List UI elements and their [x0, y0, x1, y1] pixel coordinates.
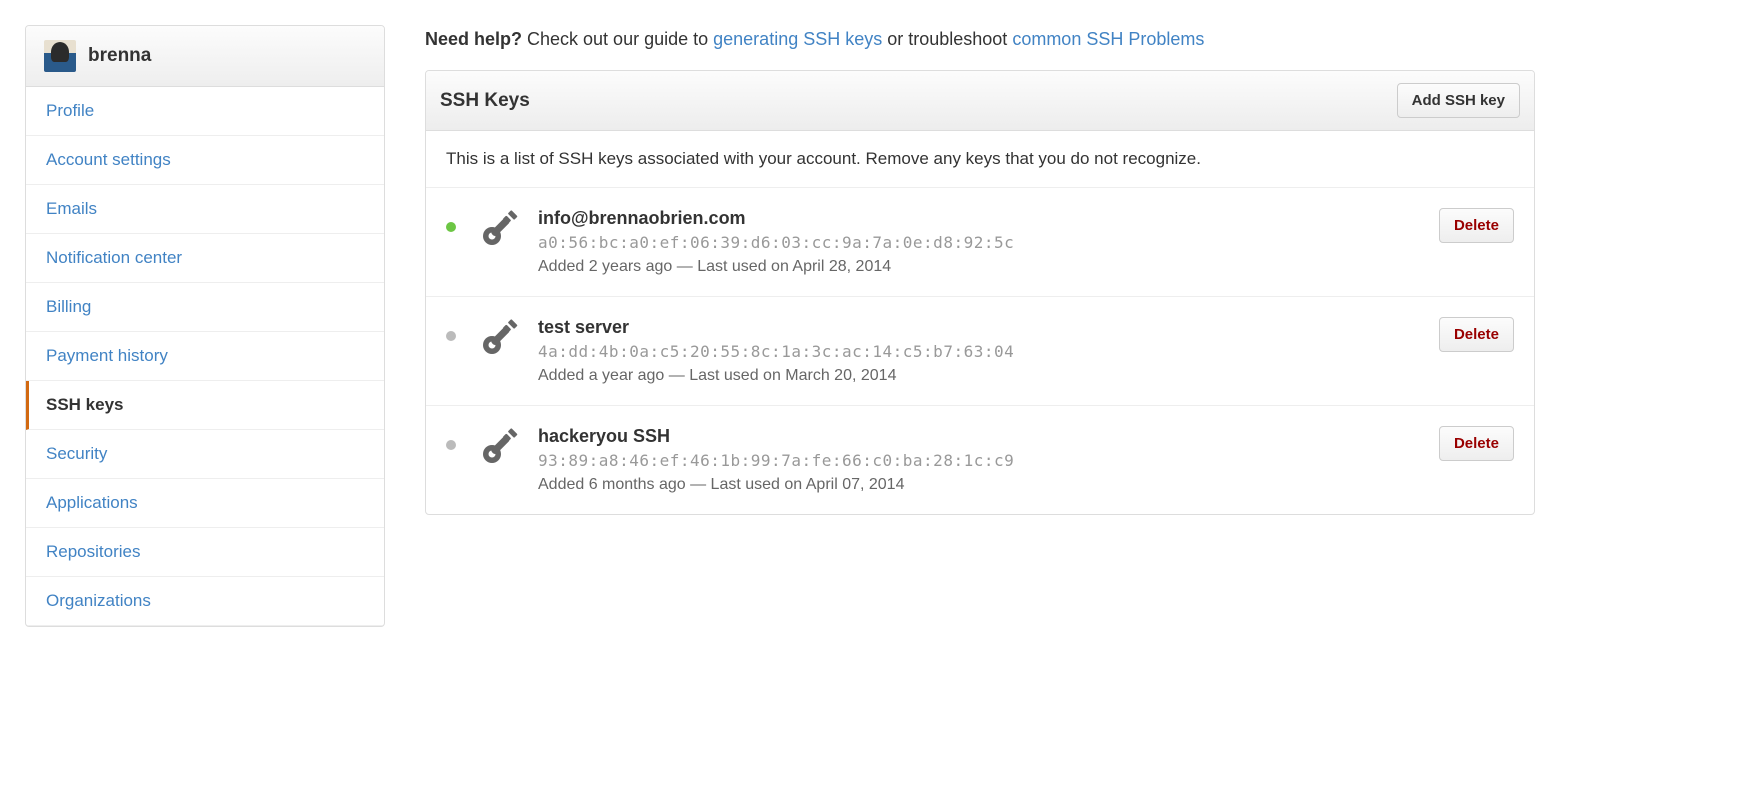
key-meta: Added 2 years ago — Last used on April 2…: [538, 258, 1439, 276]
link-generating-ssh-keys[interactable]: generating SSH keys: [713, 29, 882, 49]
main-content: Need help? Check out our guide to genera…: [425, 25, 1535, 627]
help-lead: Need help?: [425, 29, 522, 49]
sidebar-item-notification-center[interactable]: Notification center: [26, 234, 384, 283]
key-meta: Added a year ago — Last used on March 20…: [538, 367, 1439, 385]
key-fingerprint: 93:89:a8:46:ef:46:1b:99:7a:fe:66:c0:ba:2…: [538, 451, 1439, 470]
help-text: Need help? Check out our guide to genera…: [425, 25, 1535, 70]
add-ssh-key-button[interactable]: Add SSH key: [1397, 83, 1520, 118]
link-common-ssh-problems[interactable]: common SSH Problems: [1012, 29, 1204, 49]
sidebar-item-account-settings[interactable]: Account settings: [26, 136, 384, 185]
key-fingerprint: 4a:dd:4b:0a:c5:20:55:8c:1a:3c:ac:14:c5:b…: [538, 342, 1439, 361]
sidebar-item-billing[interactable]: Billing: [26, 283, 384, 332]
key-actions: Delete: [1439, 208, 1514, 243]
username: brenna: [88, 45, 151, 67]
key-icon: [480, 426, 520, 466]
key-info: info@brennaobrien.com a0:56:bc:a0:ef:06:3…: [538, 208, 1439, 276]
key-meta: Added 6 months ago — Last used on April …: [538, 476, 1439, 494]
status-dot: [446, 222, 456, 232]
key-name: hackeryou SSH: [538, 426, 1439, 447]
panel-header: SSH Keys Add SSH key: [426, 71, 1534, 131]
sidebar-item-payment-history[interactable]: Payment history: [26, 332, 384, 381]
settings-sidebar: brenna ProfileAccount settingsEmailsNoti…: [25, 25, 385, 627]
key-info: test server 4a:dd:4b:0a:c5:20:55:8c:1a:3c…: [538, 317, 1439, 385]
key-fingerprint: a0:56:bc:a0:ef:06:39:d6:03:cc:9a:7a:0e:d…: [538, 233, 1439, 252]
delete-key-button[interactable]: Delete: [1439, 208, 1514, 243]
sidebar-item-profile[interactable]: Profile: [26, 87, 384, 136]
ssh-key-row: info@brennaobrien.com a0:56:bc:a0:ef:06:3…: [426, 188, 1534, 297]
key-icon: [480, 317, 520, 357]
sidebar-user-header: brenna: [26, 26, 384, 87]
key-name: test server: [538, 317, 1439, 338]
key-actions: Delete: [1439, 317, 1514, 352]
ssh-key-row: test server 4a:dd:4b:0a:c5:20:55:8c:1a:3c…: [426, 297, 1534, 406]
help-mid2: or troubleshoot: [882, 29, 1012, 49]
delete-key-button[interactable]: Delete: [1439, 317, 1514, 352]
delete-key-button[interactable]: Delete: [1439, 426, 1514, 461]
help-mid1: Check out our guide to: [522, 29, 713, 49]
avatar: [44, 40, 76, 72]
sidebar-item-emails[interactable]: Emails: [26, 185, 384, 234]
sidebar-item-repositories[interactable]: Repositories: [26, 528, 384, 577]
ssh-key-row: hackeryou SSH 93:89:a8:46:ef:46:1b:99:7a:…: [426, 406, 1534, 514]
sidebar-item-organizations[interactable]: Organizations: [26, 577, 384, 626]
key-actions: Delete: [1439, 426, 1514, 461]
sidebar-item-applications[interactable]: Applications: [26, 479, 384, 528]
key-icon: [480, 208, 520, 248]
status-dot: [446, 331, 456, 341]
sidebar-item-security[interactable]: Security: [26, 430, 384, 479]
key-info: hackeryou SSH 93:89:a8:46:ef:46:1b:99:7a:…: [538, 426, 1439, 494]
sidebar-item-ssh-keys[interactable]: SSH keys: [26, 381, 384, 430]
panel-description: This is a list of SSH keys associated wi…: [426, 131, 1534, 188]
panel-title: SSH Keys: [440, 90, 530, 112]
status-dot: [446, 440, 456, 450]
key-name: info@brennaobrien.com: [538, 208, 1439, 229]
ssh-keys-panel: SSH Keys Add SSH key This is a list of S…: [425, 70, 1535, 515]
